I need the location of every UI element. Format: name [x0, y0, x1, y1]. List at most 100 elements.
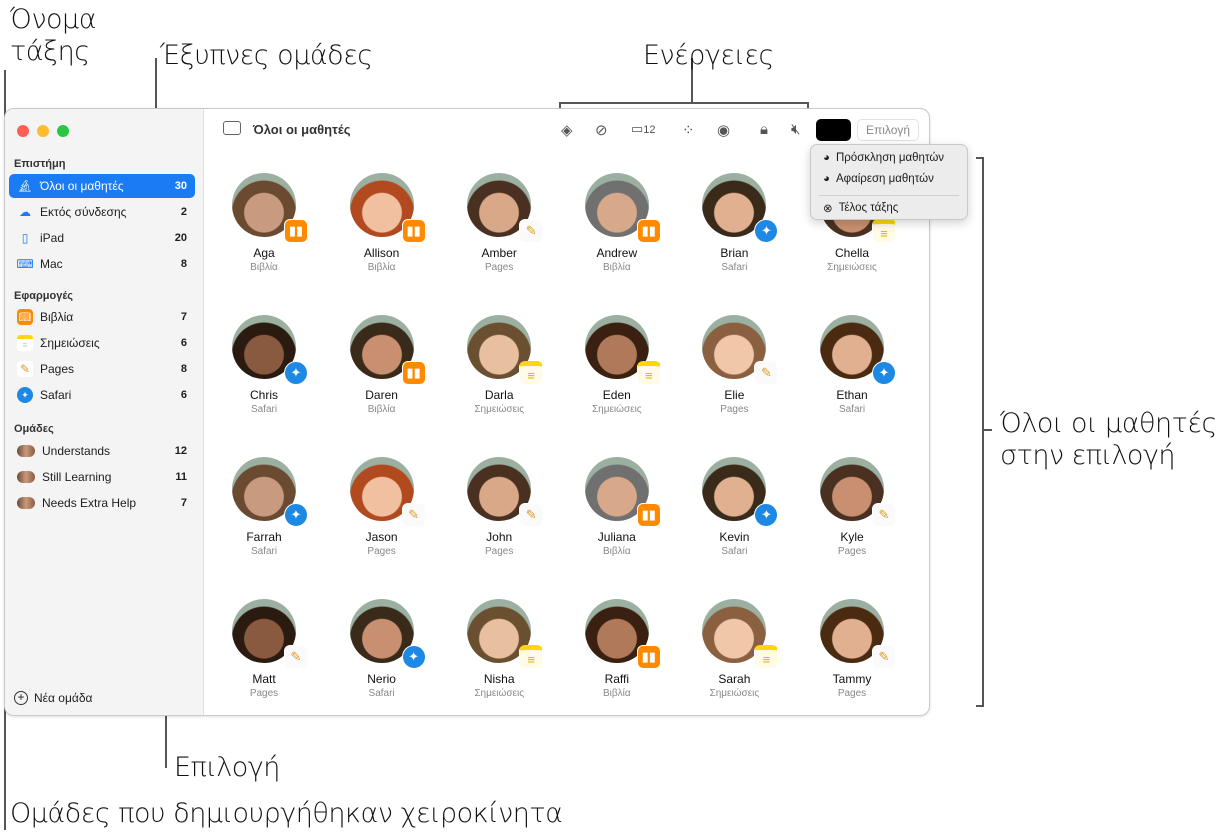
- student-name: Elie: [724, 388, 745, 402]
- student-app: Βιβλία: [367, 262, 396, 273]
- sidebar-item-still-learning[interactable]: Still Learning 11: [9, 465, 195, 489]
- group-avatars-icon: [17, 471, 35, 483]
- student-tile[interactable]: ≡ Nisha Σημειώσεις: [444, 599, 554, 699]
- student-name: Aga: [253, 246, 275, 260]
- student-tile[interactable]: ✎ John Pages: [444, 457, 554, 557]
- student-app: Pages: [837, 546, 867, 557]
- select-button[interactable]: Επιλογή: [857, 119, 919, 141]
- student-app: Σημειώσεις: [474, 688, 525, 699]
- student-avatar: ✦: [820, 315, 896, 385]
- student-tile[interactable]: ✎ Tammy Pages: [797, 599, 907, 699]
- safari-icon: ✦: [401, 645, 426, 669]
- student-app: Safari: [721, 262, 748, 273]
- new-group-button[interactable]: + Νέα ομάδα: [14, 691, 92, 705]
- student-tile[interactable]: ✦ Kevin Safari: [679, 457, 789, 557]
- inbox-button[interactable]: ▭12: [631, 121, 656, 137]
- menu-item-invite[interactable]: ◕ Πρόσκληση μαθητών: [823, 152, 944, 164]
- student-tile[interactable]: ▮▮ Daren Βιβλία: [327, 315, 437, 415]
- student-tile[interactable]: ✎ Elie Pages: [679, 315, 789, 415]
- pages-icon: ✎: [872, 645, 896, 669]
- student-tile[interactable]: ✎ Kyle Pages: [797, 457, 907, 557]
- sidebar-item-pages[interactable]: ✎ Pages 8: [9, 357, 195, 381]
- sidebar-item-εκτός-σύνδεσης[interactable]: ☁ Εκτός σύνδεσης 2: [9, 200, 195, 224]
- student-tile[interactable]: ✦ Chris Safari: [209, 315, 319, 415]
- microscope-icon: 🔬︎: [17, 179, 33, 193]
- student-avatar: ✎: [232, 599, 308, 669]
- student-tile[interactable]: ▮▮ Andrew Βιβλία: [562, 173, 672, 273]
- student-tile[interactable]: ▮▮ Raffi Βιβλία: [562, 599, 672, 699]
- books-icon: ▮▮: [636, 503, 661, 527]
- student-tile[interactable]: ≡ Sarah Σημειώσεις: [679, 599, 789, 699]
- sidebar-item-safari[interactable]: ✦ Safari 6: [9, 383, 195, 407]
- zoom-button[interactable]: [57, 125, 69, 137]
- student-tile[interactable]: ≡ Darla Σημειώσεις: [444, 315, 554, 415]
- sidebar-item-βιβλία[interactable]: 📖︎ Βιβλία 7: [9, 305, 195, 329]
- student-app: Safari: [838, 404, 866, 415]
- inbox-icon: ▭: [631, 121, 644, 136]
- compass-icon[interactable]: ⊘: [595, 121, 608, 139]
- sidebar-item-needs-extra-help[interactable]: Needs Extra Help 7: [9, 491, 195, 515]
- sidebar-item-mac[interactable]: ⌨ Mac 8: [9, 252, 195, 276]
- student-tile[interactable]: ✦ Nerio Safari: [327, 599, 437, 699]
- student-app: Pages: [720, 404, 749, 415]
- sidebar-item-count: 20: [174, 232, 187, 244]
- sidebar-toggle-icon[interactable]: [223, 121, 241, 135]
- student-app: Pages: [485, 262, 514, 273]
- student-avatar: ▮▮: [584, 599, 661, 669]
- menu-item-end-class[interactable]: ⊗ Τέλος τάξης: [823, 201, 898, 215]
- books-icon: ▮▮: [401, 219, 426, 243]
- student-app: Σημειώσεις: [709, 688, 760, 699]
- classroom-window: Επιστήμη 🔬︎ Όλοι οι μαθητές 30 ☁ Εκτός σύνδε…: [4, 108, 930, 716]
- pages-icon: ✎: [284, 645, 308, 669]
- student-name: Daren: [365, 388, 398, 402]
- student-name: Amber: [481, 246, 517, 260]
- mute-icon[interactable]: 🔇︎: [791, 121, 800, 138]
- apps-grid-icon[interactable]: ⁘: [682, 121, 695, 139]
- student-tile[interactable]: ✎ Amber Pages: [444, 173, 554, 273]
- menu-item-remove[interactable]: ◕ Αφαίρεση μαθητών: [823, 173, 934, 185]
- student-name: Ethan: [836, 388, 868, 402]
- close-button[interactable]: [17, 125, 29, 137]
- sidebar-item-understands[interactable]: Understands 12: [9, 439, 195, 463]
- safari-icon: ✦: [872, 361, 896, 385]
- student-name: Chella: [834, 246, 870, 260]
- student-tile[interactable]: ▮▮ Juliana Βιβλία: [562, 457, 672, 557]
- student-name: Jason: [365, 530, 398, 544]
- sidebar-item-count: 2: [180, 206, 187, 218]
- student-avatar: ▮▮: [349, 315, 426, 385]
- student-avatar: ✎: [467, 173, 544, 243]
- lock-icon[interactable]: 🔒︎: [760, 121, 768, 138]
- student-tile[interactable]: ≡ Eden Σημειώσεις: [562, 315, 672, 415]
- student-tile[interactable]: ✎ Jason Pages: [327, 457, 437, 557]
- laptop-icon: ⌨: [16, 257, 34, 271]
- student-tile[interactable]: ▮▮ Aga Βιβλία: [209, 173, 319, 273]
- class-actions-button[interactable]: [816, 119, 851, 141]
- student-tile[interactable]: ✦ Farrah Safari: [209, 457, 319, 557]
- sidebar-item-ipad[interactable]: ▯ iPad 20: [9, 226, 195, 250]
- student-name: Brian: [720, 246, 749, 260]
- eye-slash-icon[interactable]: ◉: [717, 121, 730, 139]
- sidebar-item-count: 8: [180, 363, 187, 375]
- minimize-button[interactable]: [37, 125, 49, 137]
- layers-icon[interactable]: ◈: [561, 121, 573, 139]
- sidebar-item-label: Understands: [42, 444, 111, 458]
- student-app: Σημειώσεις: [474, 404, 525, 415]
- sidebar-item-count: 11: [175, 471, 187, 483]
- sidebar-item-όλοι-οι-μαθητές[interactable]: 🔬︎ Όλοι οι μαθητές 30: [9, 174, 195, 198]
- student-app: Pages: [367, 546, 396, 557]
- class-actions-menu: ◕ Πρόσκληση μαθητών ◕ Αφαίρεση μαθητών ⊗ Τέ…: [810, 144, 968, 220]
- sidebar-item-count: 6: [180, 389, 187, 401]
- student-avatar: ✦: [232, 457, 308, 527]
- notes-icon: ≡: [519, 645, 544, 669]
- page-title: Όλοι οι μαθητές: [253, 122, 351, 137]
- student-avatar: ✦: [702, 173, 779, 243]
- student-tile[interactable]: ✎ Matt Pages: [209, 599, 319, 699]
- student-tile[interactable]: ✦ Ethan Safari: [797, 315, 907, 415]
- student-name: Darla: [484, 388, 514, 402]
- callout-selection: Επιλογή: [174, 752, 280, 783]
- student-tile[interactable]: ▮▮ Allison Βιβλία: [327, 173, 437, 273]
- sidebar-item-σημειώσεις[interactable]: ≡ Σημειώσεις 6: [9, 331, 195, 355]
- student-tile[interactable]: ✦ Brian Safari: [679, 173, 789, 273]
- student-avatar: ✦: [702, 457, 779, 527]
- student-name: Tammy: [832, 672, 872, 686]
